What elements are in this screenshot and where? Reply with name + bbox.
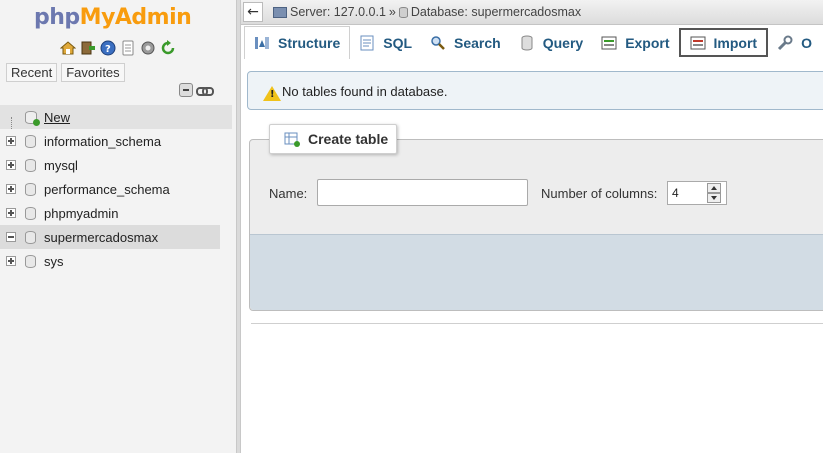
tab-sql[interactable]: SQL bbox=[350, 26, 422, 59]
database-icon bbox=[25, 254, 36, 268]
logo-myadmin-text: MyAdmin bbox=[79, 5, 192, 30]
database-icon bbox=[25, 230, 36, 244]
sql-icon bbox=[359, 35, 375, 51]
database-icon bbox=[25, 182, 36, 196]
tab-label: Query bbox=[542, 34, 584, 51]
tree-item-sys[interactable]: sys bbox=[0, 249, 232, 273]
tree-connector bbox=[11, 117, 12, 129]
tree-controls bbox=[179, 83, 214, 97]
warning-icon bbox=[263, 86, 281, 101]
logo-php-text: php bbox=[34, 5, 80, 30]
settings-icon[interactable] bbox=[140, 40, 156, 56]
tree-item-label[interactable]: mysql bbox=[44, 158, 78, 173]
tree-item-new[interactable]: New bbox=[0, 105, 232, 129]
tab-query[interactable]: Query bbox=[509, 26, 593, 59]
expand-icon[interactable] bbox=[6, 208, 16, 218]
database-icon bbox=[25, 158, 36, 172]
tab-label: Search bbox=[454, 34, 501, 51]
decrement-arrow-icon[interactable] bbox=[707, 193, 721, 203]
svg-text:?: ? bbox=[105, 44, 111, 55]
content-divider bbox=[251, 323, 823, 324]
create-table-legend: Create table bbox=[269, 124, 397, 154]
favorites-tab[interactable]: Favorites bbox=[61, 63, 125, 82]
tree-item-supermercadosmax[interactable]: supermercadosmax bbox=[0, 225, 220, 249]
tab-label: Structure bbox=[278, 35, 341, 51]
expand-icon[interactable] bbox=[6, 256, 16, 266]
database-icon bbox=[398, 6, 408, 18]
collapse-icon[interactable] bbox=[6, 232, 16, 242]
breadcrumb: Server: 127.0.0.1 » Database: supermerca… bbox=[273, 5, 581, 19]
table-name-label: Name: bbox=[269, 186, 308, 201]
query-icon bbox=[519, 35, 535, 51]
import-icon bbox=[690, 35, 706, 51]
columns-spinner[interactable] bbox=[707, 183, 721, 203]
tab-export[interactable]: Export bbox=[592, 26, 679, 59]
tab-label: O bbox=[801, 34, 812, 51]
expand-icon[interactable] bbox=[6, 160, 16, 170]
export-icon bbox=[601, 35, 617, 51]
tab-structure[interactable]: Structure bbox=[244, 26, 351, 59]
top-breadcrumb-bar: ← Server: 127.0.0.1 » Database: supermer… bbox=[241, 0, 823, 25]
recent-tab[interactable]: Recent bbox=[6, 63, 58, 82]
link-with-main-panel-icon[interactable] bbox=[196, 83, 214, 97]
tab-label: SQL bbox=[383, 34, 413, 51]
navigation-panel: phpMyAdmin ? Recent Favorites New inform… bbox=[0, 0, 236, 453]
tree-item-performance-schema[interactable]: performance_schema bbox=[0, 177, 232, 201]
main-menu-tabs: Structure SQL Search Query Export Import bbox=[241, 26, 823, 59]
home-icon[interactable] bbox=[59, 40, 77, 56]
tab-operations[interactable]: O bbox=[768, 26, 821, 59]
breadcrumb-separator: » bbox=[388, 5, 396, 19]
breadcrumb-server-link[interactable]: Server: 127.0.0.1 bbox=[290, 5, 386, 19]
database-tree: New information_schema mysql performance… bbox=[0, 105, 232, 273]
tree-item-label[interactable]: phpmyadmin bbox=[44, 206, 118, 221]
tree-item-label[interactable]: information_schema bbox=[44, 134, 161, 149]
tree-item-label[interactable]: performance_schema bbox=[44, 182, 170, 197]
increment-arrow-icon[interactable] bbox=[707, 183, 721, 193]
structure-icon bbox=[254, 35, 270, 51]
notice-text: No tables found in database. bbox=[282, 84, 448, 99]
server-icon bbox=[273, 6, 287, 18]
tree-item-label[interactable]: sys bbox=[44, 254, 64, 269]
phpmyadmin-logo[interactable]: phpMyAdmin bbox=[34, 5, 192, 30]
tree-item-phpmyadmin[interactable]: phpmyadmin bbox=[0, 201, 232, 225]
new-database-icon bbox=[25, 110, 40, 126]
search-icon bbox=[430, 35, 446, 51]
panel-splitter[interactable] bbox=[236, 0, 241, 453]
table-name-input[interactable] bbox=[317, 179, 528, 206]
logout-icon[interactable] bbox=[80, 40, 96, 56]
database-icon bbox=[25, 206, 36, 220]
collapse-all-icon[interactable] bbox=[179, 83, 193, 97]
tab-import[interactable]: Import bbox=[678, 28, 769, 57]
tab-search[interactable]: Search bbox=[421, 26, 510, 59]
tab-label: Import bbox=[713, 34, 758, 51]
recent-favorites-tabs: Recent Favorites bbox=[6, 63, 125, 82]
database-icon bbox=[25, 134, 36, 148]
tree-item-information-schema[interactable]: information_schema bbox=[0, 129, 232, 153]
breadcrumb-database-link[interactable]: Database: supermercadosmax bbox=[411, 5, 581, 19]
tree-item-label[interactable]: New bbox=[44, 110, 70, 125]
help-icon[interactable]: ? bbox=[100, 40, 116, 56]
create-table-icon bbox=[284, 131, 300, 147]
create-table-title: Create table bbox=[308, 131, 389, 147]
create-table-footer bbox=[250, 234, 823, 310]
notice-message: No tables found in database. bbox=[247, 71, 823, 110]
expand-icon[interactable] bbox=[6, 136, 16, 146]
tree-item-mysql[interactable]: mysql bbox=[0, 153, 232, 177]
wrench-icon bbox=[777, 35, 793, 51]
tree-item-label[interactable]: supermercadosmax bbox=[44, 230, 158, 245]
reload-icon[interactable] bbox=[160, 40, 176, 56]
number-of-columns-label: Number of columns: bbox=[541, 186, 658, 201]
tab-label: Export bbox=[625, 34, 670, 51]
nav-icon-bar: ? bbox=[59, 40, 176, 56]
collapse-panel-arrow-icon[interactable]: ← bbox=[243, 2, 263, 22]
docs-icon[interactable] bbox=[120, 40, 136, 56]
expand-icon[interactable] bbox=[6, 184, 16, 194]
